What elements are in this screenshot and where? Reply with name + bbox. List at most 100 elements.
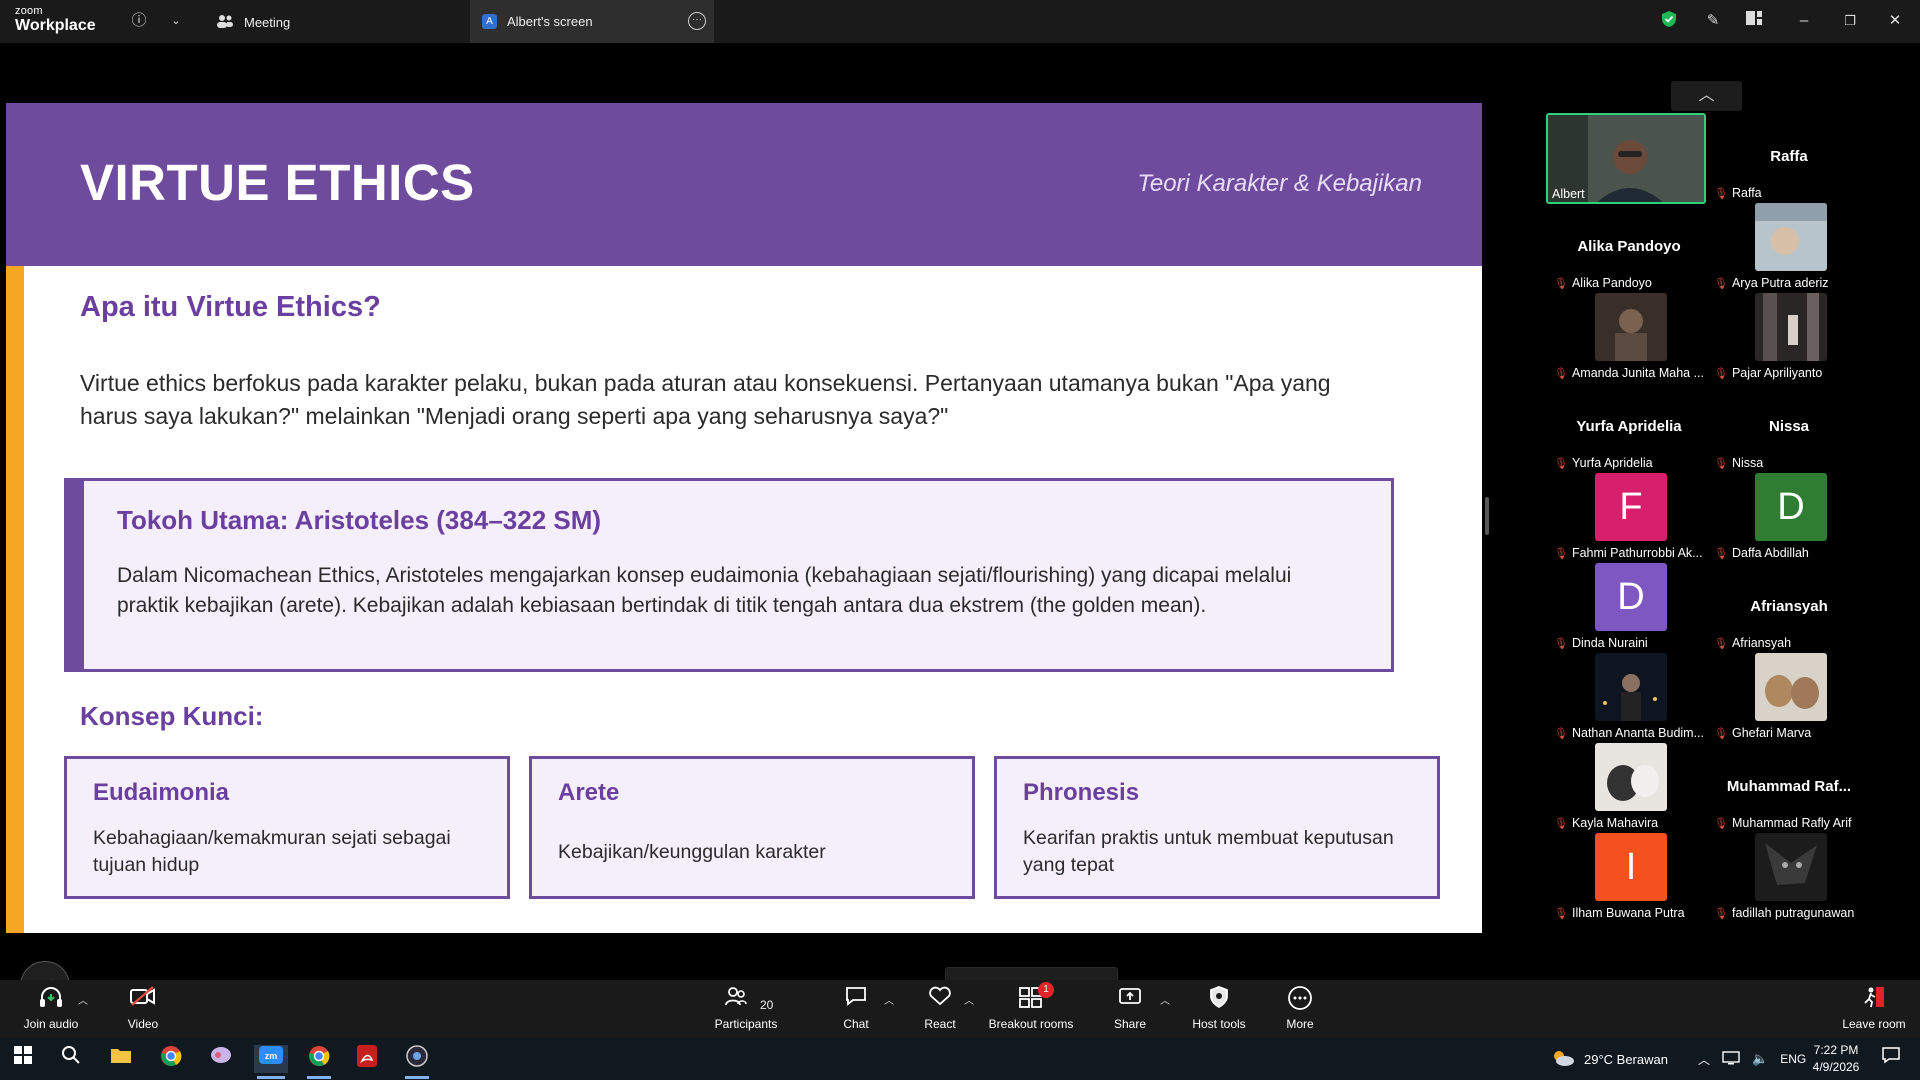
- participant-name-label: 🎙 Pajar Apriliyanto: [1714, 364, 1822, 382]
- slide-title: VIRTUE ETHICS: [80, 154, 475, 211]
- chat-options-chevron-icon[interactable]: ︿: [884, 992, 894, 1007]
- close-icon[interactable]: ✕: [1884, 10, 1906, 32]
- collapse-gallery-button[interactable]: ︿: [1671, 81, 1742, 111]
- zoom-taskbar-icon[interactable]: zm: [254, 1045, 288, 1079]
- participant-tile[interactable]: 🎙 Nathan Ananta Budim...: [1550, 653, 1708, 742]
- volume-icon[interactable]: 🔈: [1752, 1051, 1768, 1067]
- react-button[interactable]: React: [920, 985, 960, 1035]
- participant-name: Arya Putra aderiz: [1731, 276, 1829, 290]
- obs-camera-icon[interactable]: [402, 1045, 432, 1079]
- chrome-profile-icon[interactable]: [304, 1045, 334, 1079]
- slide-subtitle: Teori Karakter & Kebajikan: [1137, 170, 1422, 197]
- participant-photo: [1755, 203, 1827, 271]
- share-label: Share: [1113, 1017, 1147, 1031]
- participant-photo: [1595, 743, 1667, 811]
- participant-avatar-initial: F: [1595, 473, 1667, 541]
- participant-name-label: 🎙 Fahmi Pathurrobbi Ak...: [1554, 544, 1703, 562]
- clock-time: 7:22 PM: [1813, 1043, 1859, 1057]
- participant-name: Daffa Abdillah: [1731, 546, 1809, 560]
- chevron-down-icon[interactable]: ⌄: [165, 10, 187, 32]
- notifications-icon[interactable]: [1876, 1045, 1906, 1073]
- participant-name-label: 🎙 Raffa: [1714, 184, 1762, 202]
- gallery-splitter[interactable]: [1485, 497, 1489, 535]
- search-icon[interactable]: [56, 1045, 86, 1073]
- participant-tile[interactable]: I 🎙 Ilham Buwana Putra: [1550, 833, 1708, 922]
- participant-tile[interactable]: Nissa 🎙 Nissa: [1710, 383, 1868, 472]
- participant-tile[interactable]: Muhammad Raf... 🎙 Muhammad Rafly Arif: [1710, 743, 1868, 832]
- muted-mic-icon: 🎙: [1714, 907, 1728, 920]
- tab-meeting[interactable]: Meeting: [216, 10, 290, 34]
- join-audio-button[interactable]: Join audio: [18, 985, 84, 1035]
- restore-icon[interactable]: ❐: [1839, 10, 1861, 32]
- concept-title: Eudaimonia: [93, 779, 230, 806]
- heart-react-icon: [920, 985, 960, 1015]
- network-icon[interactable]: [1722, 1050, 1740, 1068]
- participant-tile[interactable]: F 🎙 Fahmi Pathurrobbi Ak...: [1550, 473, 1708, 562]
- concept-text: Kebahagiaan/kemakmuran sejati sebagai tu…: [93, 827, 451, 876]
- section-heading-what-is: Apa itu Virtue Ethics?: [80, 291, 381, 323]
- breakout-rooms-button[interactable]: 1 Breakout rooms: [988, 982, 1074, 1035]
- participant-name: Ghefari Marva: [1731, 726, 1812, 740]
- participant-tile[interactable]: Raffa 🎙 Raffa: [1710, 113, 1868, 202]
- tab-screen-label: Albert's screen: [507, 14, 593, 29]
- participant-name-label: 🎙 Nissa: [1714, 454, 1763, 472]
- muted-mic-icon: 🎙: [1714, 367, 1728, 380]
- logo-bottom-text: Workplace: [15, 17, 96, 34]
- callout-heading: Tokoh Utama: Aristoteles (384–322 SM): [117, 505, 602, 535]
- participant-tile[interactable]: 🎙 Arya Putra aderiz: [1710, 203, 1868, 292]
- share-button[interactable]: Share: [1110, 985, 1150, 1035]
- muted-mic-icon: 🎙: [1554, 907, 1568, 920]
- weather-cloud-icon: [1550, 1048, 1576, 1071]
- participant-tile[interactable]: 🎙 Kayla Mahavira: [1550, 743, 1708, 832]
- slide-accent-bar: [6, 266, 24, 933]
- shield-icon[interactable]: [1658, 10, 1680, 32]
- minimize-icon[interactable]: –: [1793, 10, 1815, 32]
- info-icon[interactable]: ⓘ: [128, 10, 150, 32]
- participant-tile[interactable]: Alika Pandoyo 🎙 Alika Pandoyo: [1550, 203, 1708, 292]
- breakout-badge: 1: [1038, 982, 1054, 998]
- snipping-tool-icon[interactable]: [206, 1045, 236, 1073]
- windows-start-icon[interactable]: [8, 1045, 38, 1073]
- video-label: Video: [127, 1017, 159, 1031]
- participant-tile[interactable]: 🎙 fadillah putragunawan: [1710, 833, 1868, 922]
- participant-tile[interactable]: D 🎙 Daffa Abdillah: [1710, 473, 1868, 562]
- more-button[interactable]: More: [1280, 985, 1320, 1035]
- participant-tile[interactable]: Afriansyah 🎙 Afriansyah: [1710, 563, 1868, 652]
- annotate-pen-icon[interactable]: ✎: [1702, 10, 1724, 32]
- acrobat-icon[interactable]: [352, 1045, 382, 1073]
- tray-chevron-up-icon[interactable]: ︿: [1698, 1051, 1710, 1068]
- participant-name-label: 🎙 Ilham Buwana Putra: [1554, 904, 1685, 922]
- participants-button[interactable]: 20 Participants: [708, 985, 784, 1035]
- react-options-chevron-icon[interactable]: ︿: [964, 992, 974, 1007]
- participant-photo: [1595, 653, 1667, 721]
- participant-tile[interactable]: 🎙 Ghefari Marva: [1710, 653, 1868, 742]
- muted-mic-icon: 🎙: [1554, 637, 1568, 650]
- participant-tile[interactable]: 🎙 Pajar Apriliyanto: [1710, 293, 1868, 382]
- video-button[interactable]: Video: [118, 985, 168, 1035]
- participant-name: Muhammad Rafly Arif: [1731, 816, 1852, 830]
- participant-name: Ilham Buwana Putra: [1571, 906, 1685, 920]
- tab-alberts-screen[interactable]: A Albert's screen ···: [470, 0, 714, 43]
- participant-display-name: Nissa: [1768, 418, 1810, 435]
- concept-title: Arete: [558, 779, 620, 806]
- participant-name: Afriansyah: [1731, 636, 1792, 650]
- layout-view-icon[interactable]: [1743, 10, 1765, 32]
- leave-room-button[interactable]: Leave room: [1836, 985, 1912, 1035]
- clock[interactable]: 7:22 PM 4/9/2026: [1806, 1042, 1866, 1076]
- chat-button[interactable]: Chat: [836, 985, 876, 1035]
- host-tools-button[interactable]: Host tools: [1188, 985, 1250, 1035]
- leave-door-icon: [1836, 985, 1912, 1015]
- language-indicator[interactable]: ENG: [1780, 1052, 1806, 1066]
- participant-tile[interactable]: D 🎙 Dinda Nuraini: [1550, 563, 1708, 652]
- chrome-icon[interactable]: [156, 1045, 186, 1073]
- title-bar: zoom Workplace ⓘ ⌄ Meeting A Albert's sc…: [0, 0, 1920, 43]
- weather-widget[interactable]: 29°C Berawan: [1550, 1038, 1668, 1080]
- share-options-chevron-icon[interactable]: ︿: [1160, 992, 1170, 1007]
- participant-tile[interactable]: 🎙 Amanda Junita Maha ...: [1550, 293, 1708, 382]
- participant-tile[interactable]: Albert: [1544, 113, 1706, 204]
- file-explorer-icon[interactable]: [106, 1045, 136, 1073]
- audio-options-chevron-icon[interactable]: ︿: [78, 992, 88, 1007]
- participant-tile[interactable]: Yurfa Apridelia 🎙 Yurfa Apridelia: [1550, 383, 1708, 472]
- more-options-icon[interactable]: ···: [688, 12, 706, 30]
- participant-name: Albert: [1552, 187, 1585, 201]
